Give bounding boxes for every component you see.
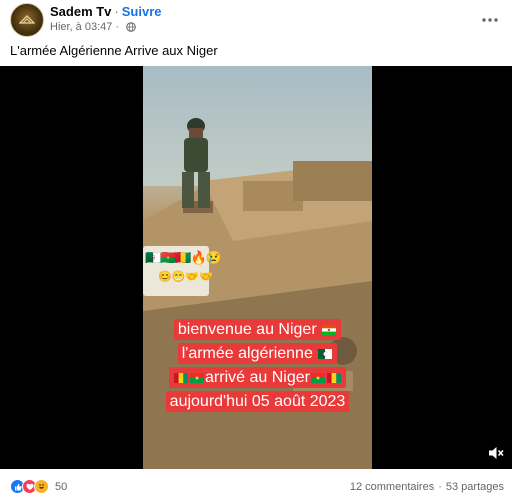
post-header: Sadem Tv · Suivre Hier, à 03:47 · <box>0 0 512 40</box>
avatar-logo <box>19 15 35 24</box>
overlay-line-4: aujourd'hui 05 août 2023 <box>165 391 350 412</box>
post-card: Sadem Tv · Suivre Hier, à 03:47 · L'armée … <box>0 0 512 501</box>
sticker-emojis: 🇩🇿🇧🇫🇬🇳🔥😢 <box>145 250 222 265</box>
haha-reaction-icon <box>34 479 49 494</box>
meta-separator: · <box>115 21 120 33</box>
reaction-count: 50 <box>55 480 68 493</box>
page-name-link[interactable]: Sadem Tv <box>50 4 111 19</box>
guinea-flag-icon-2 <box>326 372 341 383</box>
burkina-flag-icon-2 <box>310 372 325 383</box>
soldier-figure <box>182 118 210 208</box>
algeria-flag-icon <box>318 348 333 359</box>
globe-icon <box>126 22 136 32</box>
video-text-overlay: bienvenue au Niger l'armée algérienne ar… <box>143 319 372 415</box>
comments-count-link[interactable]: 12 commentaires <box>350 481 434 493</box>
niger-flag-icon <box>322 324 337 335</box>
post-caption: L'armée Algérienne Arrive aux Niger <box>10 43 218 58</box>
guinea-flag-icon <box>174 372 189 383</box>
video-player[interactable]: 🇩🇿🇧🇫🇬🇳🔥😢 😊😁🤝🤝 bienvenue au Niger l'armée… <box>0 66 512 469</box>
burkina-flag-icon <box>190 372 205 383</box>
sticker-emojis-2: 😊😁🤝🤝 <box>158 271 213 283</box>
follow-button[interactable]: Suivre <box>122 4 162 19</box>
name-separator: · <box>114 4 119 19</box>
stats-separator: · <box>438 481 442 493</box>
page-avatar[interactable] <box>10 3 44 37</box>
overlay-line-3: arrivé au Niger <box>169 367 346 388</box>
page-name-line: Sadem Tv · Suivre <box>50 4 162 19</box>
shares-count-link[interactable]: 53 partages <box>446 481 504 493</box>
post-footer: 50 12 commentaires · 53 partages <box>0 471 512 501</box>
more-horizontal-icon <box>482 18 498 22</box>
overlay-line-2: l'armée algérienne <box>177 343 338 364</box>
overlay-line-1: bienvenue au Niger <box>173 319 342 340</box>
volume-muted-icon[interactable] <box>488 445 504 461</box>
reactions-summary[interactable]: 50 <box>10 479 67 494</box>
more-options-button[interactable] <box>478 8 502 32</box>
post-stats: 12 commentaires · 53 partages <box>350 481 504 493</box>
post-timestamp[interactable]: Hier, à 03:47 <box>50 21 112 33</box>
video-frame: 🇩🇿🇧🇫🇬🇳🔥😢 😊😁🤝🤝 bienvenue au Niger l'armée… <box>143 66 372 469</box>
post-meta: Hier, à 03:47 · <box>50 21 136 33</box>
